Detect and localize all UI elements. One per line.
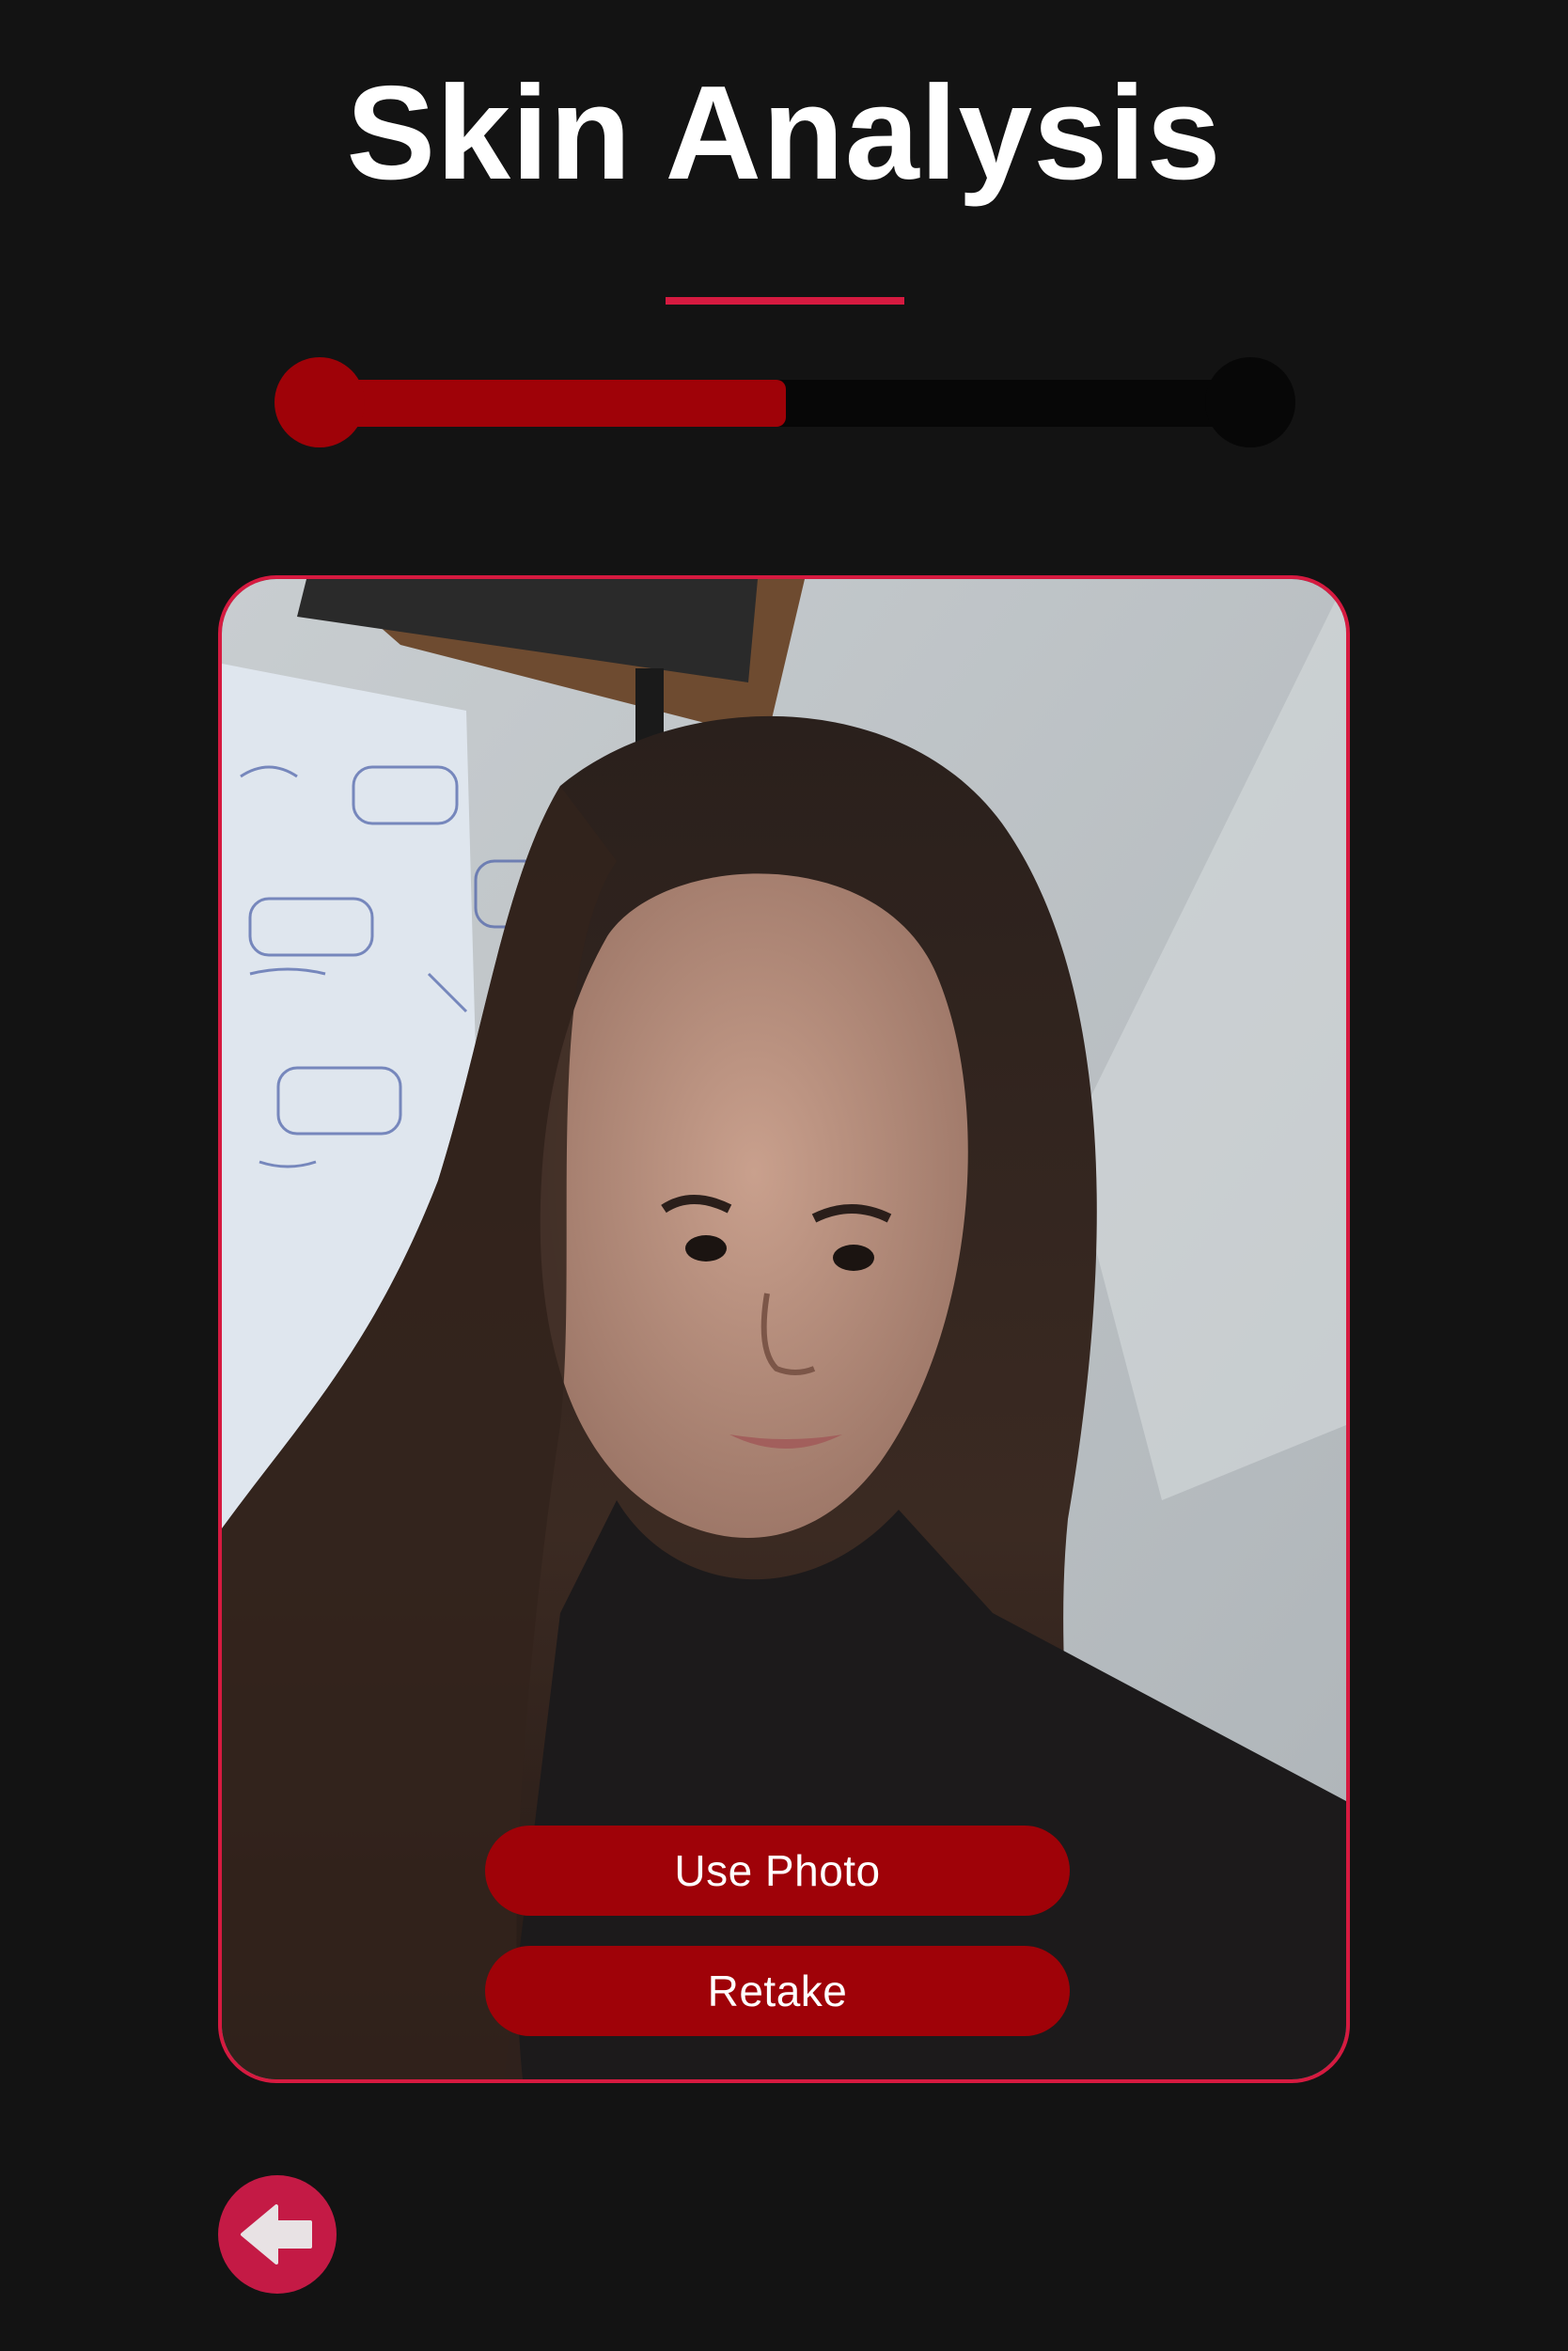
progress-start-knob [274,357,365,447]
title-underline [666,297,904,305]
photo-preview-frame: Use Photo Retake [218,575,1350,2083]
retake-button[interactable]: Retake [485,1946,1070,2036]
progress-end-knob [1205,357,1295,447]
use-photo-button[interactable]: Use Photo [485,1826,1070,1916]
back-button[interactable] [218,2175,337,2294]
page-title: Skin Analysis [346,58,1222,208]
progress-fill [316,380,786,427]
arrow-left-icon [241,2204,312,2265]
